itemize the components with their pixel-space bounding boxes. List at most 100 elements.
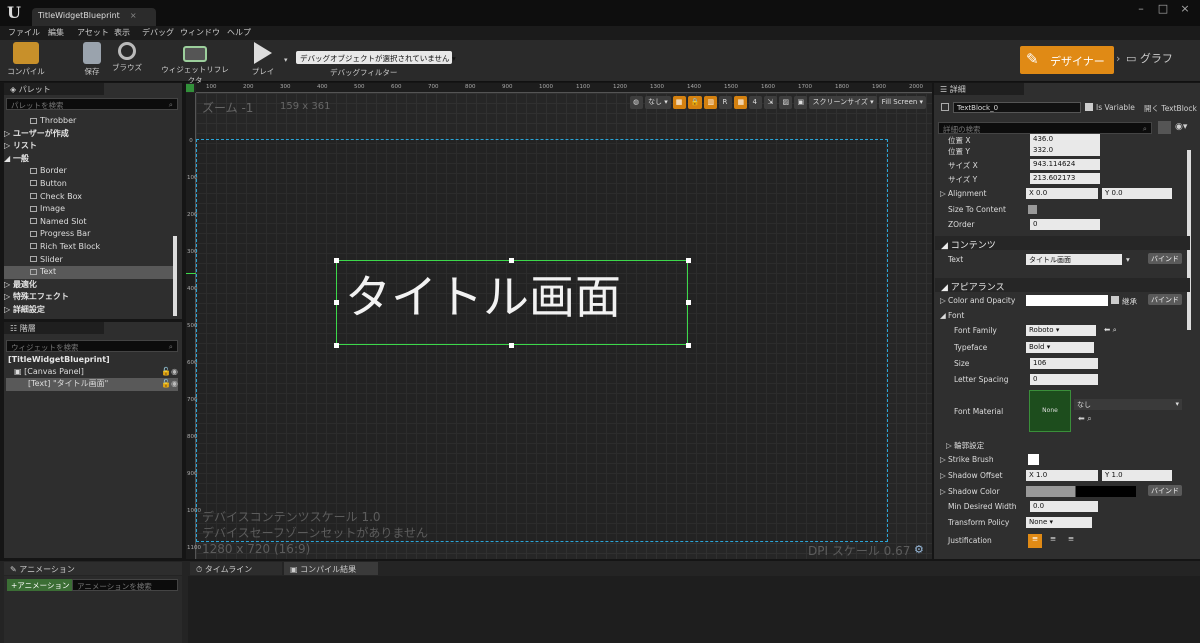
- menu-view[interactable]: 表示: [114, 27, 130, 38]
- font-material-select[interactable]: なし ▾: [1074, 399, 1182, 410]
- resize-handle[interactable]: [509, 343, 514, 348]
- locale-preview-select[interactable]: なし ▾: [645, 96, 671, 109]
- preview-icon[interactable]: ▣: [794, 96, 808, 109]
- is-variable-checkbox[interactable]: [1085, 103, 1093, 111]
- palette-item[interactable]: Rich Text Block: [4, 241, 176, 254]
- resize-handle[interactable]: [686, 258, 691, 263]
- inherit-checkbox[interactable]: [1111, 296, 1119, 304]
- layout-toggle-button[interactable]: ▦: [672, 96, 686, 109]
- text-value-field[interactable]: タイトル画面: [1026, 254, 1122, 265]
- palette-item[interactable]: Image: [4, 203, 176, 216]
- resize-handle[interactable]: [509, 258, 514, 263]
- use-asset-arrow-icon[interactable]: ⬅ ⌕: [1104, 325, 1117, 335]
- palette-category[interactable]: ◢ 一般: [4, 153, 176, 166]
- widget-name-field[interactable]: TextBlock_0: [953, 102, 1081, 113]
- play-button[interactable]: プレイ: [248, 42, 278, 80]
- resize-handle[interactable]: [686, 343, 691, 348]
- palette-category[interactable]: ▷ 最適化: [4, 279, 176, 292]
- palette-item[interactable]: Named Slot: [4, 216, 176, 229]
- min-width-field[interactable]: 0.0: [1030, 501, 1098, 512]
- shadow-y-field[interactable]: Y 1.0: [1102, 470, 1172, 481]
- maximize-icon[interactable]: □: [1152, 2, 1174, 16]
- property-matrix-icon[interactable]: [1158, 121, 1171, 134]
- screen-size-select[interactable]: スクリーンサイズ ▾: [809, 96, 877, 109]
- color-expand-icon[interactable]: ▷: [940, 296, 946, 305]
- menu-file[interactable]: ファイル: [8, 27, 40, 38]
- details-tab[interactable]: ☰ 詳細: [934, 83, 1024, 95]
- palette-category[interactable]: ▷ ユーザーが作成: [4, 128, 176, 141]
- open-textblock-link[interactable]: 開く TextBlock: [1144, 103, 1197, 114]
- compile-results-tab[interactable]: ▣ コンパイル結果: [284, 562, 378, 575]
- color-swatch[interactable]: [1026, 295, 1108, 306]
- menu-debug[interactable]: デバッグ: [142, 27, 174, 38]
- close-window-icon[interactable]: ×: [1174, 2, 1196, 16]
- palette-search-input[interactable]: パレットを検索 ⌕: [6, 98, 178, 110]
- font-material-thumbnail[interactable]: None: [1029, 390, 1071, 432]
- compile-button[interactable]: コンパイル: [6, 42, 46, 80]
- globe-icon[interactable]: ◍: [630, 96, 643, 109]
- color-bind-button[interactable]: バインド: [1148, 294, 1182, 305]
- widget-reflector-button[interactable]: ウィジェットリフレクタ: [158, 42, 232, 85]
- strike-brush-swatch[interactable]: [1028, 454, 1039, 465]
- palette-category[interactable]: ▷ 特殊エフェクト: [4, 291, 176, 304]
- typeface-select[interactable]: Bold ▾: [1026, 342, 1094, 353]
- text-widget-preview[interactable]: タイトル画面: [336, 260, 688, 345]
- hierarchy-item-text[interactable]: [Text] "タイトル画面" 🔓◉: [6, 378, 178, 391]
- text-options-chevron-icon[interactable]: ▾: [1126, 255, 1130, 264]
- hierarchy-item-canvas[interactable]: ▣ [Canvas Panel] 🔓◉: [6, 366, 178, 379]
- shadow-x-field[interactable]: X 1.0: [1026, 470, 1098, 481]
- timeline-tab[interactable]: ⏱ タイムライン: [190, 562, 282, 575]
- resize-handle[interactable]: [334, 258, 339, 263]
- menu-help[interactable]: ヘルプ: [227, 27, 251, 38]
- visibility-eye-icon[interactable]: 🔓◉: [161, 378, 178, 391]
- material-browse-icon[interactable]: ⬅ ⌕: [1078, 414, 1092, 424]
- fit-icon[interactable]: ⇲: [764, 96, 778, 109]
- animation-search-input[interactable]: アニメーションを検索: [72, 579, 178, 591]
- shadow-bind-button[interactable]: バインド: [1148, 485, 1182, 496]
- palette-item[interactable]: Button: [4, 178, 176, 191]
- size-to-content-checkbox[interactable]: [1028, 205, 1037, 214]
- minimize-icon[interactable]: –: [1130, 2, 1152, 16]
- browse-button[interactable]: ブラウズ: [110, 42, 144, 80]
- menu-asset[interactable]: アセット: [77, 27, 109, 38]
- play-options-chevron-icon[interactable]: ▾: [284, 56, 288, 64]
- grid-size-button[interactable]: 4: [749, 96, 763, 109]
- graph-mode-button[interactable]: ▭ グラフ: [1126, 50, 1173, 66]
- dpi-settings-gear-icon[interactable]: ⚙: [914, 543, 924, 556]
- letter-spacing-field[interactable]: 0: [1030, 374, 1098, 385]
- resize-handle[interactable]: [334, 300, 339, 305]
- font-size-field[interactable]: 106: [1030, 358, 1098, 369]
- font-family-select[interactable]: Roboto ▾: [1026, 325, 1096, 336]
- visibility-eye-icon[interactable]: 🔓◉: [161, 366, 178, 379]
- document-tab[interactable]: TitleWidgetBlueprint ×: [32, 8, 156, 26]
- menu-edit[interactable]: 編集: [48, 27, 64, 38]
- palette-tab[interactable]: ◈ パレット: [4, 83, 104, 95]
- align-y-field[interactable]: Y 0.0: [1102, 188, 1172, 199]
- view-options-eye-icon[interactable]: ◉▾: [1175, 122, 1187, 132]
- details-search-input[interactable]: 詳細の検索 ⌕: [938, 122, 1152, 134]
- debug-object-select[interactable]: デバッグオブジェクトが選択されていません ▾: [296, 51, 456, 64]
- image-icon[interactable]: ▨: [779, 96, 793, 109]
- size-y-field[interactable]: 213.602173: [1030, 173, 1100, 184]
- palette-item[interactable]: Progress Bar: [4, 228, 176, 241]
- palette-item[interactable]: Slider: [4, 254, 176, 267]
- palette-category[interactable]: ▷ 詳細設定: [4, 304, 176, 317]
- grid-snap-icon[interactable]: ▦: [734, 96, 748, 109]
- add-animation-button[interactable]: +アニメーション: [7, 579, 74, 591]
- snap-toggle-button[interactable]: ▥: [704, 96, 718, 109]
- appearance-section-header[interactable]: ◢ アピアランス: [935, 278, 1190, 293]
- palette-item[interactable]: Check Box: [4, 191, 176, 204]
- justify-center-icon[interactable]: ≡: [1046, 534, 1060, 548]
- alignment-expand-icon[interactable]: ▷: [940, 189, 946, 198]
- resize-handle[interactable]: [686, 300, 691, 305]
- pos-y-field[interactable]: 332.0: [1030, 145, 1100, 156]
- shadow-color-swatch[interactable]: [1026, 486, 1136, 497]
- menu-window[interactable]: ウィンドウ: [180, 27, 220, 38]
- unreal-logo-icon[interactable]: U: [4, 3, 24, 23]
- palette-item[interactable]: Throbber: [4, 115, 176, 128]
- resize-handle[interactable]: [334, 343, 339, 348]
- content-section-header[interactable]: ◢ コンテンツ: [935, 236, 1190, 251]
- transform-policy-select[interactable]: None ▾: [1026, 517, 1092, 528]
- pos-x-field[interactable]: 436.0: [1030, 134, 1100, 145]
- justify-right-icon[interactable]: ≡: [1064, 534, 1078, 548]
